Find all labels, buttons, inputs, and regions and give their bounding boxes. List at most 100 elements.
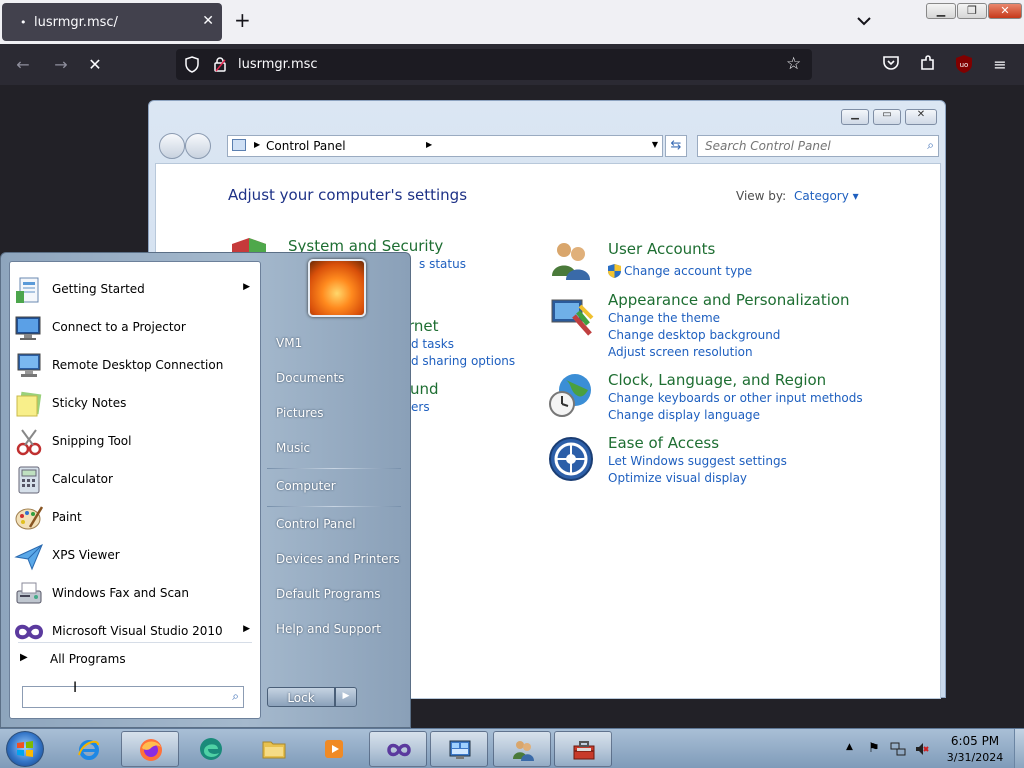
- appearance-icon[interactable]: [548, 294, 594, 340]
- tab-close-button[interactable]: ✕: [202, 13, 214, 29]
- lock-button[interactable]: Lock: [267, 687, 335, 707]
- user-picture[interactable]: [308, 259, 366, 317]
- hamburger-menu-icon[interactable]: ≡: [989, 54, 1011, 76]
- clock-date[interactable]: 3/31/2024: [940, 751, 1010, 764]
- start-item-sticky-notes[interactable]: Sticky Notes: [10, 386, 260, 422]
- start-right-music[interactable]: Music: [276, 441, 310, 455]
- link-optimize-display[interactable]: Optimize visual display: [608, 471, 747, 485]
- network-icon[interactable]: [890, 741, 906, 757]
- link-change-theme[interactable]: Change the theme: [608, 311, 720, 325]
- extensions-puzzle-icon[interactable]: [917, 54, 939, 76]
- category-network-internet[interactable]: rnet: [408, 317, 439, 335]
- clock-time[interactable]: 6:05 PM: [940, 734, 1010, 748]
- cp-minimize-button[interactable]: ▁: [841, 109, 869, 125]
- chevron-down-icon[interactable]: ▼: [652, 140, 658, 149]
- start-item-xps-viewer[interactable]: XPS Viewer: [10, 538, 260, 574]
- cp-back-button[interactable]: [159, 133, 185, 159]
- start-right-documents[interactable]: Documents: [276, 371, 344, 385]
- submenu-arrow-icon[interactable]: ▶: [243, 624, 250, 634]
- forward-arrow-icon[interactable]: →: [50, 54, 72, 76]
- start-right-control-panel[interactable]: Control Panel: [276, 517, 356, 531]
- taskbar-toolbox[interactable]: [554, 731, 612, 767]
- cp-maximize-button[interactable]: ▭: [873, 109, 901, 125]
- link-devices-printers[interactable]: ers: [411, 400, 430, 414]
- window-close-button[interactable]: ✕: [988, 3, 1022, 19]
- volume-muted-icon[interactable]: [914, 741, 930, 757]
- start-right-computer[interactable]: Computer: [276, 479, 336, 493]
- action-center-flag-icon[interactable]: ⚑: [866, 741, 882, 757]
- view-by-dropdown[interactable]: Category ▾: [794, 189, 859, 203]
- link-windows-suggest[interactable]: Let Windows suggest settings: [608, 454, 787, 468]
- cp-search-box[interactable]: ⌕: [697, 135, 939, 157]
- bookmark-star-icon[interactable]: ☆: [786, 54, 801, 74]
- show-hidden-icons-button[interactable]: ▲: [846, 742, 853, 752]
- start-right-pictures[interactable]: Pictures: [276, 406, 324, 420]
- all-programs-button[interactable]: ▶ All Programs: [10, 648, 260, 672]
- category-appearance[interactable]: Appearance and Personalization: [608, 291, 850, 309]
- taskbar-media-player[interactable]: [306, 731, 364, 767]
- start-button[interactable]: [6, 731, 44, 767]
- tracking-shield-icon[interactable]: [184, 56, 200, 73]
- category-hardware-sound[interactable]: und: [410, 380, 439, 398]
- browser-tab[interactable]: • lusrmgr.msc/ ✕: [2, 3, 222, 41]
- start-item-calculator[interactable]: Calculator: [10, 462, 260, 498]
- taskbar-edge[interactable]: [182, 731, 240, 767]
- start-right-default-programs[interactable]: Default Programs: [276, 587, 381, 601]
- start-item-visual-studio[interactable]: Microsoft Visual Studio 2010 ▶: [10, 614, 260, 650]
- taskbar-users[interactable]: [493, 731, 551, 767]
- taskbar-explorer[interactable]: [245, 731, 303, 767]
- window-minimize-button[interactable]: ▁: [926, 3, 956, 19]
- ease-of-access-icon[interactable]: [548, 436, 594, 482]
- start-right-help-support[interactable]: Help and Support: [276, 622, 381, 636]
- submenu-arrow-icon[interactable]: ▶: [243, 282, 250, 292]
- link-desktop-background[interactable]: Change desktop background: [608, 328, 780, 342]
- category-user-accounts[interactable]: User Accounts: [608, 240, 715, 258]
- cp-forward-button[interactable]: [185, 133, 211, 159]
- link-sharing-options[interactable]: d sharing options: [411, 354, 515, 368]
- start-right-vm1[interactable]: VM1: [276, 336, 302, 350]
- link-homegroup-tasks[interactable]: d tasks: [411, 337, 454, 351]
- shutdown-options-button[interactable]: ▶: [335, 687, 357, 707]
- category-clock-language[interactable]: Clock, Language, and Region: [608, 371, 826, 389]
- start-item-getting-started[interactable]: Getting Started ▶: [10, 272, 260, 308]
- taskbar-server-manager[interactable]: [430, 731, 488, 767]
- link-review-status[interactable]: s status: [419, 257, 466, 271]
- window-restore-button[interactable]: ❐: [957, 3, 987, 19]
- refresh-icon[interactable]: ⇆: [665, 135, 687, 157]
- link-screen-resolution[interactable]: Adjust screen resolution: [608, 345, 753, 359]
- stop-loading-icon[interactable]: ✕: [84, 54, 106, 76]
- start-right-devices-printers[interactable]: Devices and Printers: [276, 552, 400, 566]
- back-arrow-icon[interactable]: ←: [12, 54, 34, 76]
- lock-icon[interactable]: [212, 56, 228, 73]
- pocket-icon[interactable]: [880, 54, 902, 76]
- new-tab-button[interactable]: +: [234, 10, 251, 30]
- start-item-projector[interactable]: Connect to a Projector: [10, 310, 260, 346]
- cp-close-button[interactable]: ✕: [905, 109, 937, 125]
- clock-globe-icon[interactable]: [548, 372, 594, 418]
- start-search-input[interactable]: [23, 687, 219, 707]
- cp-address-bar[interactable]: ▶ Control Panel ▶ ▼: [227, 135, 663, 157]
- start-search-box[interactable]: ⌕: [22, 686, 244, 708]
- show-desktop-button[interactable]: [1014, 729, 1024, 768]
- user-accounts-icon[interactable]: [548, 238, 594, 284]
- link-change-account-type[interactable]: Change account type: [624, 264, 752, 278]
- taskbar-visual-studio[interactable]: [369, 731, 427, 767]
- start-item-fax-scan[interactable]: Windows Fax and Scan: [10, 576, 260, 612]
- ublock-origin-icon[interactable]: uo: [953, 54, 975, 76]
- start-item-snipping-tool[interactable]: Snipping Tool: [10, 424, 260, 460]
- breadcrumb-arrow-icon[interactable]: ▶: [254, 140, 260, 149]
- search-icon[interactable]: ⌕: [927, 138, 934, 153]
- start-item-paint[interactable]: Paint: [10, 500, 260, 536]
- cp-search-input[interactable]: [698, 136, 908, 156]
- breadcrumb-arrow-icon[interactable]: ▶: [426, 140, 432, 149]
- category-ease-of-access[interactable]: Ease of Access: [608, 434, 719, 452]
- url-bar[interactable]: lusrmgr.msc ☆: [176, 49, 812, 80]
- list-all-tabs-icon[interactable]: [855, 12, 873, 30]
- search-icon[interactable]: ⌕: [232, 689, 239, 704]
- taskbar-ie[interactable]: [60, 731, 118, 767]
- start-item-remote-desktop[interactable]: Remote Desktop Connection: [10, 348, 260, 384]
- taskbar-firefox[interactable]: [121, 731, 179, 767]
- breadcrumb[interactable]: Control Panel: [266, 139, 346, 153]
- link-change-keyboards[interactable]: Change keyboards or other input methods: [608, 391, 863, 405]
- link-display-language[interactable]: Change display language: [608, 408, 760, 422]
